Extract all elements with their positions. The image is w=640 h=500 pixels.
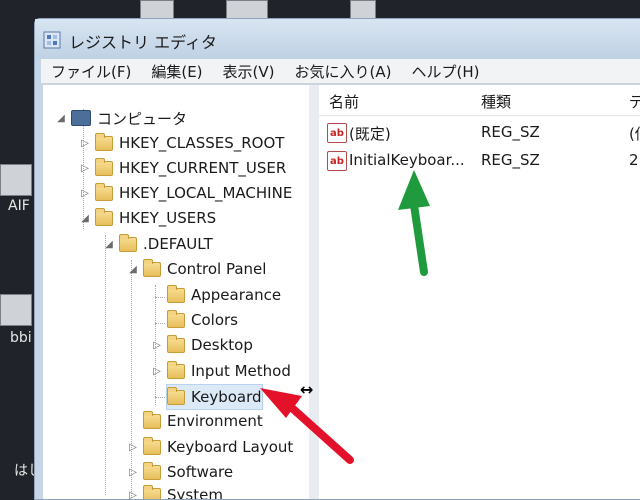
tree-guide xyxy=(155,397,165,398)
folder-icon xyxy=(143,258,161,277)
tree-node-hkcu[interactable]: ▷ HKEY_CURRENT_USER xyxy=(79,156,286,180)
tree-node-system[interactable]: ▷ System xyxy=(127,483,223,499)
computer-icon xyxy=(71,110,91,126)
folder-icon xyxy=(95,157,113,176)
folder-icon xyxy=(95,207,113,226)
desktop-icon-top-2[interactable] xyxy=(226,0,268,20)
folder-icon xyxy=(95,132,113,151)
tree-node-control-panel[interactable]: ◢ Control Panel xyxy=(127,257,266,281)
value-row[interactable]: ab InitialKeyboar... REG_SZ 2 xyxy=(319,147,640,175)
registry-editor-icon xyxy=(43,31,61,49)
resize-cursor-icon: ↔ xyxy=(300,380,314,399)
collapse-arrow-icon[interactable]: ◢ xyxy=(79,213,91,224)
folder-icon xyxy=(143,410,161,429)
expand-arrow-icon[interactable]: ▷ xyxy=(79,163,91,174)
tree-label: Appearance xyxy=(191,286,282,304)
folder-icon xyxy=(119,233,137,252)
value-name: InitialKeyboar... xyxy=(349,151,465,169)
registry-values-pane[interactable]: 名前 種類 デ ab (既定) REG_SZ (値 ab InitialKeyb… xyxy=(319,85,640,499)
menu-help[interactable]: ヘルプ(H) xyxy=(411,61,479,82)
expand-arrow-icon[interactable]: ▷ xyxy=(127,467,139,478)
registry-tree-pane[interactable]: ◢ コンピュータ ▷ HKEY_CLASSES_ROOT ▷ HKEY_CURR… xyxy=(43,85,310,499)
value-row[interactable]: ab (既定) REG_SZ (値 xyxy=(319,119,640,147)
string-value-icon: ab xyxy=(327,151,347,171)
tree-node-computer[interactable]: ◢ コンピュータ xyxy=(55,106,187,130)
tree-label: Keyboard xyxy=(191,388,262,406)
value-type: REG_SZ xyxy=(481,151,540,169)
expand-arrow-icon[interactable]: ▷ xyxy=(79,188,91,199)
tree-node-input-method[interactable]: ▷ Input Method xyxy=(151,359,291,383)
window-title: レジストリ エディタ xyxy=(69,33,217,52)
menu-view[interactable]: 表示(V) xyxy=(223,61,275,82)
folder-icon xyxy=(143,484,161,499)
menu-edit[interactable]: 編集(E) xyxy=(151,61,202,82)
folder-icon xyxy=(143,436,161,455)
title-bar[interactable]: レジストリ エディタ xyxy=(35,19,640,59)
expand-arrow-icon[interactable]: ▷ xyxy=(79,138,91,149)
collapse-arrow-icon[interactable]: ◢ xyxy=(127,264,139,275)
tree-label: HKEY_CURRENT_USER xyxy=(119,159,287,177)
folder-icon xyxy=(167,284,185,303)
value-data: (値 xyxy=(629,125,640,143)
desktop-icon-left-1[interactable] xyxy=(0,164,32,196)
tree-label: System xyxy=(167,486,223,499)
tree-label: .DEFAULT xyxy=(143,235,213,253)
desktop-label-1: AIF xyxy=(8,198,30,214)
column-header-name[interactable]: 名前 xyxy=(329,91,359,112)
tree-node-colors[interactable]: Colors xyxy=(151,308,238,332)
collapse-arrow-icon[interactable]: ◢ xyxy=(55,113,67,124)
string-value-icon: ab xyxy=(327,123,347,143)
tree-node-keyboard[interactable]: Keyboard xyxy=(166,384,263,410)
expand-arrow-icon[interactable]: ▷ xyxy=(151,366,163,377)
collapse-arrow-icon[interactable]: ◢ xyxy=(103,239,115,250)
tree-label: Keyboard Layout xyxy=(167,438,294,456)
tree-label: Environment xyxy=(167,412,263,430)
tree-node-keyboard-layout[interactable]: ▷ Keyboard Layout xyxy=(127,435,293,459)
folder-icon xyxy=(167,334,185,353)
folder-icon xyxy=(167,360,185,379)
tree-node-appearance[interactable]: Appearance xyxy=(151,283,281,307)
pane-splitter[interactable] xyxy=(309,85,319,499)
values-header: 名前 種類 デ xyxy=(319,85,640,116)
tree-node-software[interactable]: ▷ Software xyxy=(127,460,233,484)
column-header-data[interactable]: デ xyxy=(629,91,640,112)
desktop-icon-top-1[interactable] xyxy=(140,0,174,20)
tree-node-hklm[interactable]: ▷ HKEY_LOCAL_MACHINE xyxy=(79,181,292,205)
tree-node-hku[interactable]: ◢ HKEY_USERS xyxy=(79,206,216,230)
tree-label: Desktop xyxy=(191,336,253,354)
tree-node-default[interactable]: ◢ .DEFAULT xyxy=(103,232,213,256)
tree-label: Software xyxy=(167,463,234,481)
tree-label: コンピュータ xyxy=(97,109,188,128)
value-name: (既定) xyxy=(349,125,391,143)
tree-node-desktop[interactable]: ▷ Desktop xyxy=(151,333,253,357)
tree-label: Input Method xyxy=(191,362,291,380)
tree-label: HKEY_LOCAL_MACHINE xyxy=(119,184,293,202)
expand-arrow-icon[interactable]: ▷ xyxy=(127,442,139,453)
desktop-icon-top-3[interactable] xyxy=(350,0,376,20)
value-data: 2 xyxy=(629,151,639,169)
desktop-icon-left-2[interactable] xyxy=(0,294,32,326)
registry-editor-window: レジストリ エディタ ファイル(F) 編集(E) 表示(V) お気に入り(A) … xyxy=(34,18,640,500)
folder-icon xyxy=(167,386,185,405)
tree-label: Colors xyxy=(191,311,238,329)
expand-arrow-icon[interactable]: ▷ xyxy=(127,490,139,500)
tree-label: Control Panel xyxy=(167,260,267,278)
folder-icon xyxy=(143,461,161,480)
expand-arrow-icon[interactable]: ▷ xyxy=(151,340,163,351)
value-type: REG_SZ xyxy=(481,123,540,141)
column-header-type[interactable]: 種類 xyxy=(481,91,511,112)
tree-label: HKEY_CLASSES_ROOT xyxy=(119,134,285,152)
menu-bar: ファイル(F) 編集(E) 表示(V) お気に入り(A) ヘルプ(H) xyxy=(41,59,640,84)
tree-guide xyxy=(105,235,106,495)
folder-icon xyxy=(95,182,113,201)
menu-file[interactable]: ファイル(F) xyxy=(51,61,131,82)
folder-icon xyxy=(167,309,185,328)
desktop-label-2: bbi xyxy=(10,330,32,346)
tree-node-environment[interactable]: Environment xyxy=(127,409,263,433)
menu-favorites[interactable]: お気に入り(A) xyxy=(295,61,392,82)
tree-label: HKEY_USERS xyxy=(119,209,217,227)
tree-node-hkcr[interactable]: ▷ HKEY_CLASSES_ROOT xyxy=(79,131,284,155)
